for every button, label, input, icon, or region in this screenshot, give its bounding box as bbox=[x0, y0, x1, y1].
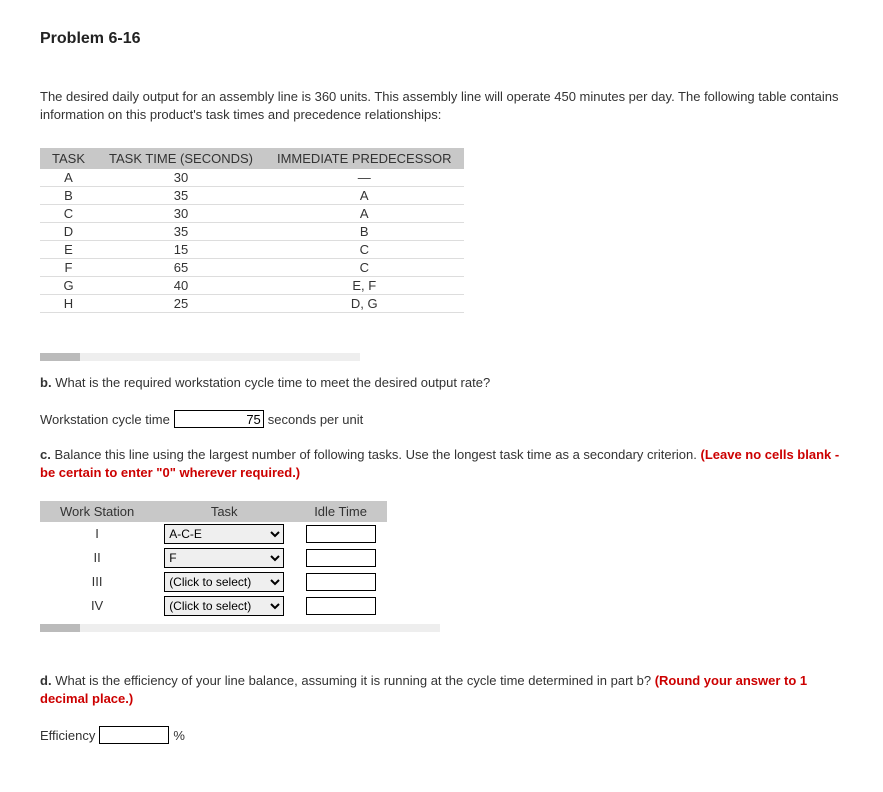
cell-ws: II bbox=[40, 546, 154, 570]
cell-pred: A bbox=[265, 187, 464, 205]
table-row: A30— bbox=[40, 169, 464, 187]
table-row: H25D, G bbox=[40, 295, 464, 313]
page-title: Problem 6-16 bbox=[40, 30, 843, 48]
cell-task: A bbox=[40, 169, 97, 187]
idle-input[interactable] bbox=[306, 597, 376, 615]
cell-time: 25 bbox=[97, 295, 265, 313]
table-row: II F bbox=[40, 546, 387, 570]
cell-time: 40 bbox=[97, 277, 265, 295]
cell-task: B bbox=[40, 187, 97, 205]
table-scrollbar[interactable] bbox=[40, 353, 360, 361]
idle-input[interactable] bbox=[306, 549, 376, 567]
task-select[interactable]: (Click to select) bbox=[164, 572, 284, 592]
table-row: III (Click to select) bbox=[40, 570, 387, 594]
cell-task: G bbox=[40, 277, 97, 295]
cell-ws: I bbox=[40, 522, 154, 546]
cell-task: D bbox=[40, 223, 97, 241]
cell-pred: A bbox=[265, 205, 464, 223]
table-row: D35B bbox=[40, 223, 464, 241]
cell-ws: IV bbox=[40, 594, 154, 618]
part-b-label: b. bbox=[40, 375, 52, 390]
th-ws: Work Station bbox=[40, 501, 154, 522]
cell-time: 35 bbox=[97, 223, 265, 241]
task-select[interactable]: A-C-E bbox=[164, 524, 284, 544]
cell-pred: B bbox=[265, 223, 464, 241]
intro-text: The desired daily output for an assembly… bbox=[40, 88, 843, 123]
th-tasktime: TASK TIME (SECONDS) bbox=[97, 148, 265, 169]
cell-time: 15 bbox=[97, 241, 265, 259]
cell-pred: C bbox=[265, 259, 464, 277]
part-b-text: What is the required workstation cycle t… bbox=[55, 375, 490, 390]
part-c-text: Balance this line using the largest numb… bbox=[54, 447, 696, 462]
cell-pred: C bbox=[265, 241, 464, 259]
th-idle: Idle Time bbox=[294, 501, 387, 522]
cell-ws: III bbox=[40, 570, 154, 594]
table-row: F65C bbox=[40, 259, 464, 277]
cell-task: C bbox=[40, 205, 97, 223]
table-row: G40E, F bbox=[40, 277, 464, 295]
part-d-label: d. bbox=[40, 673, 52, 688]
th-wstask: Task bbox=[154, 501, 294, 522]
cell-task: E bbox=[40, 241, 97, 259]
task-select[interactable]: F bbox=[164, 548, 284, 568]
efficiency-label: Efficiency bbox=[40, 728, 95, 743]
th-task: TASK bbox=[40, 148, 97, 169]
idle-input[interactable] bbox=[306, 525, 376, 543]
cell-pred: D, G bbox=[265, 295, 464, 313]
task-time-table: TASK TASK TIME (SECONDS) IMMEDIATE PREDE… bbox=[40, 148, 464, 313]
cell-time: 35 bbox=[97, 187, 265, 205]
part-c-label: c. bbox=[40, 447, 51, 462]
table-row: I A-C-E bbox=[40, 522, 387, 546]
workstation-table: Work Station Task Idle Time IA-C-EIIFIII… bbox=[40, 501, 387, 618]
part-b-prompt: b. What is the required workstation cycl… bbox=[40, 374, 843, 392]
cell-time: 30 bbox=[97, 205, 265, 223]
cell-pred: E, F bbox=[265, 277, 464, 295]
part-d-prompt: d. What is the efficiency of your line b… bbox=[40, 672, 843, 708]
idle-input[interactable] bbox=[306, 573, 376, 591]
cell-time: 65 bbox=[97, 259, 265, 277]
cell-task: F bbox=[40, 259, 97, 277]
table-row: IV (Click to select) bbox=[40, 594, 387, 618]
table-row: B35A bbox=[40, 187, 464, 205]
efficiency-suffix: % bbox=[173, 728, 185, 743]
cycle-time-input[interactable] bbox=[174, 410, 264, 428]
part-c-prompt: c. Balance this line using the largest n… bbox=[40, 446, 843, 482]
cell-pred: — bbox=[265, 169, 464, 187]
part-d-text: What is the efficiency of your line bala… bbox=[55, 673, 651, 688]
efficiency-input[interactable] bbox=[99, 726, 169, 744]
cell-time: 30 bbox=[97, 169, 265, 187]
cycle-time-label: Workstation cycle time bbox=[40, 412, 170, 427]
ws-scrollbar[interactable] bbox=[40, 624, 440, 632]
task-select[interactable]: (Click to select) bbox=[164, 596, 284, 616]
cycle-time-suffix: seconds per unit bbox=[268, 412, 363, 427]
cell-task: H bbox=[40, 295, 97, 313]
table-row: E15C bbox=[40, 241, 464, 259]
th-pred: IMMEDIATE PREDECESSOR bbox=[265, 148, 464, 169]
table-row: C30A bbox=[40, 205, 464, 223]
